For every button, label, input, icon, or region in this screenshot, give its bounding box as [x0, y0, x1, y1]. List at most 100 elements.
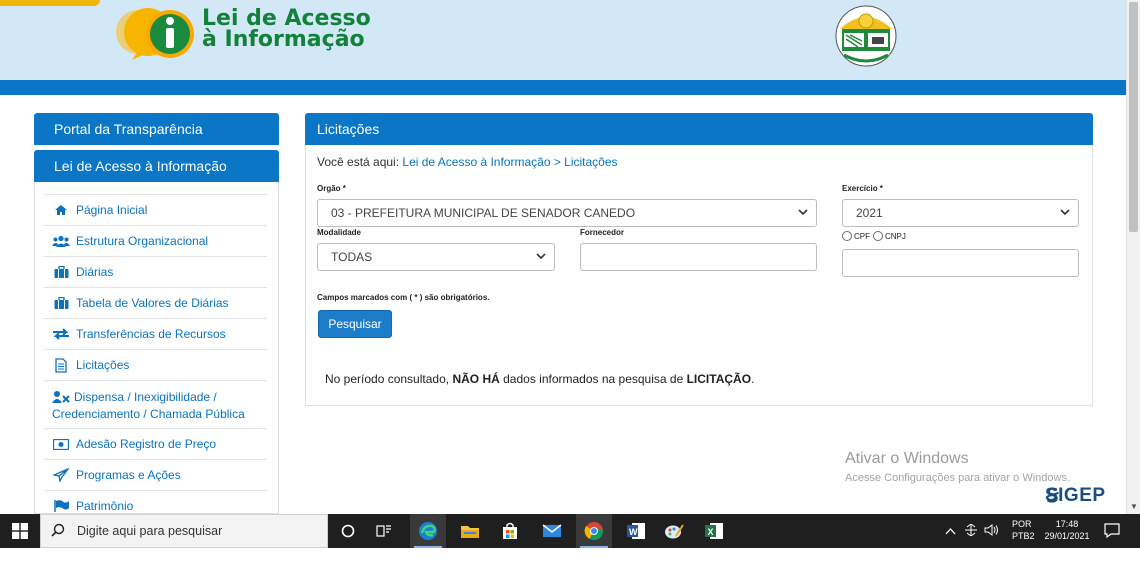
header-blue-stripe	[0, 80, 1126, 95]
users-icon	[52, 235, 70, 247]
word-app-icon: W	[627, 523, 645, 539]
browser-viewport: Lei de Acesso à Informação ▼ Portal da T…	[0, 0, 1140, 570]
exercicio-select[interactable]: 2021	[842, 199, 1079, 227]
sidebar-item-pagina-inicial[interactable]: Página Inicial	[44, 194, 267, 225]
system-tray	[945, 514, 1000, 548]
sidebar-portal-transparencia[interactable]: Portal da Transparência	[34, 113, 279, 145]
breadcrumb-link[interactable]: Lei de Acesso à Informação > Licitações	[402, 155, 617, 169]
sidebar-lai-label: Lei de Acesso à Informação	[54, 158, 227, 174]
lai-title[interactable]: Lei de Acesso à Informação	[202, 6, 371, 51]
cpf-radio[interactable]	[842, 231, 852, 241]
cortana-circle-icon	[341, 524, 355, 538]
sidebar-item-adesao-registro-preco[interactable]: Adesão Registro de Preço	[44, 428, 267, 459]
vertical-scrollbar[interactable]: ▼	[1126, 0, 1140, 514]
sidebar-item-label: Diárias	[76, 265, 114, 279]
sidebar-item-label: Programas e Ações	[76, 468, 181, 482]
money-icon	[52, 438, 70, 450]
municipal-seal-icon	[835, 5, 897, 67]
fornecedor-input[interactable]	[580, 243, 817, 271]
notification-center-icon[interactable]	[1104, 522, 1120, 543]
document-icon	[52, 357, 70, 373]
exchange-icon	[52, 328, 70, 340]
windows-logo-icon	[12, 523, 28, 539]
lai-title-line1: Lei de Acesso	[202, 6, 371, 31]
paint-palette-icon	[665, 524, 684, 539]
mail-envelope-icon	[542, 524, 562, 537]
edge-browser-icon	[419, 522, 437, 540]
taskbar-search-box[interactable]: Digite aqui para pesquisar	[40, 514, 328, 548]
sidebar-item-licitacoes[interactable]: Licitações	[44, 349, 267, 380]
orgao-label: Orgão *	[317, 184, 346, 193]
scroll-down-arrow-icon[interactable]: ▼	[1130, 502, 1138, 511]
orgao-select[interactable]: 03 - PREFEITURA MUNICIPAL DE SENADOR CAN…	[317, 199, 817, 227]
cpf-radio-label: CPF	[854, 231, 870, 241]
search-button[interactable]: Pesquisar	[318, 310, 392, 338]
header-accent-tab	[0, 0, 100, 6]
orgao-select-value: 03 - PREFEITURA MUNICIPAL DE SENADOR CAN…	[331, 206, 636, 220]
breadcrumb: Você está aqui: Lei de Acesso à Informaç…	[317, 155, 618, 169]
result-text-2: dados informados na pesquisa de	[503, 372, 684, 386]
required-fields-note: Campos marcados com ( * ) são obrigatóri…	[317, 293, 490, 302]
store-bag-icon	[503, 522, 517, 539]
sidebar-item-label: Licitações	[76, 358, 130, 372]
windows-activation-title: Ativar o Windows	[845, 450, 969, 467]
sigep-logo[interactable]: Ꞩ SIGEP	[1030, 484, 1122, 508]
taskbar-store[interactable]	[492, 514, 528, 548]
sidebar-item-diarias[interactable]: Diárias	[44, 256, 267, 287]
cnpj-radio-label: CNPJ	[885, 231, 906, 241]
sidebar-item-programas-acoes[interactable]: Programas e Ações	[44, 459, 267, 490]
document-type-radios: CPF CNPJ	[842, 231, 906, 241]
volume-icon[interactable]	[984, 523, 1000, 539]
sidebar-item-label-with-icon: Dispensa / Inexigibilidade / Credenciame…	[52, 389, 267, 423]
sidebar-item-transferencias-recursos[interactable]: Transferências de Recursos	[44, 318, 267, 349]
chevron-down-icon	[798, 207, 808, 220]
modalidade-label: Modalidade	[317, 228, 362, 237]
sidebar-item-tabela-valores-diarias[interactable]: Tabela de Valores de Diárias	[44, 287, 267, 318]
page-title: Licitações	[317, 121, 380, 137]
paper-plane-icon	[52, 468, 70, 482]
result-text-1: No período consultado,	[325, 372, 450, 386]
taskbar-paint[interactable]	[656, 514, 692, 548]
briefcase-icon	[52, 297, 70, 309]
cortana-button[interactable]	[330, 514, 366, 548]
network-icon[interactable]	[964, 522, 978, 539]
sidebar-menu: Página Inicial Estrutura Organizacional …	[44, 194, 267, 521]
search-icon	[51, 523, 65, 540]
chrome-browser-icon	[584, 522, 604, 541]
chevron-down-icon	[536, 251, 546, 264]
chevron-down-icon	[1060, 207, 1070, 220]
taskbar-word[interactable]: W	[618, 514, 654, 548]
taskbar-mail[interactable]	[534, 514, 570, 548]
sigep-logo-text: SIGEP	[1044, 485, 1106, 506]
taskbar-edge[interactable]	[410, 514, 446, 548]
taskbar-clock[interactable]: 17:48 29/01/2021	[1040, 518, 1094, 542]
modalidade-select[interactable]: TODAS	[317, 243, 555, 271]
cnpj-radio[interactable]	[873, 231, 883, 241]
lai-info-logo-icon	[116, 8, 194, 60]
taskbar-search-placeholder: Digite aqui para pesquisar	[77, 524, 223, 538]
user-times-icon	[52, 391, 70, 403]
language-indicator[interactable]: POR PTB2	[1012, 518, 1035, 542]
windows-start-button[interactable]	[0, 514, 40, 548]
taskbar-excel[interactable]: X	[696, 514, 732, 548]
sidebar-portal-label: Portal da Transparência	[54, 121, 203, 137]
search-button-label: Pesquisar	[328, 317, 382, 331]
language-code: POR	[1012, 519, 1032, 529]
taskbar-chrome[interactable]	[576, 514, 612, 548]
screen-bottom-margin	[0, 548, 1140, 570]
windows-activation-subtitle: Acesse Configurações para ativar o Windo…	[845, 472, 1070, 484]
chevron-up-icon[interactable]	[945, 524, 956, 538]
sidebar-item-estrutura-organizacional[interactable]: Estrutura Organizacional	[44, 225, 267, 256]
exercicio-select-value: 2021	[856, 206, 883, 220]
cpf-cnpj-input[interactable]	[842, 249, 1079, 277]
sidebar-lei-acesso-header[interactable]: Lei de Acesso à Informação	[34, 150, 279, 182]
task-view-button[interactable]	[366, 514, 402, 548]
sidebar-item-label: Patrimônio	[76, 499, 134, 513]
sidebar-item-label: Adesão Registro de Preço	[76, 437, 217, 451]
keyboard-layout: PTB2	[1012, 531, 1035, 541]
scrollbar-thumb[interactable]	[1129, 2, 1138, 232]
sidebar-item-dispensa-inexigibilidade[interactable]: Dispensa / Inexigibilidade / Credenciame…	[44, 380, 267, 428]
fornecedor-label: Fornecedor	[580, 228, 625, 237]
taskbar-file-explorer[interactable]	[452, 514, 488, 548]
flag-icon	[52, 500, 70, 512]
